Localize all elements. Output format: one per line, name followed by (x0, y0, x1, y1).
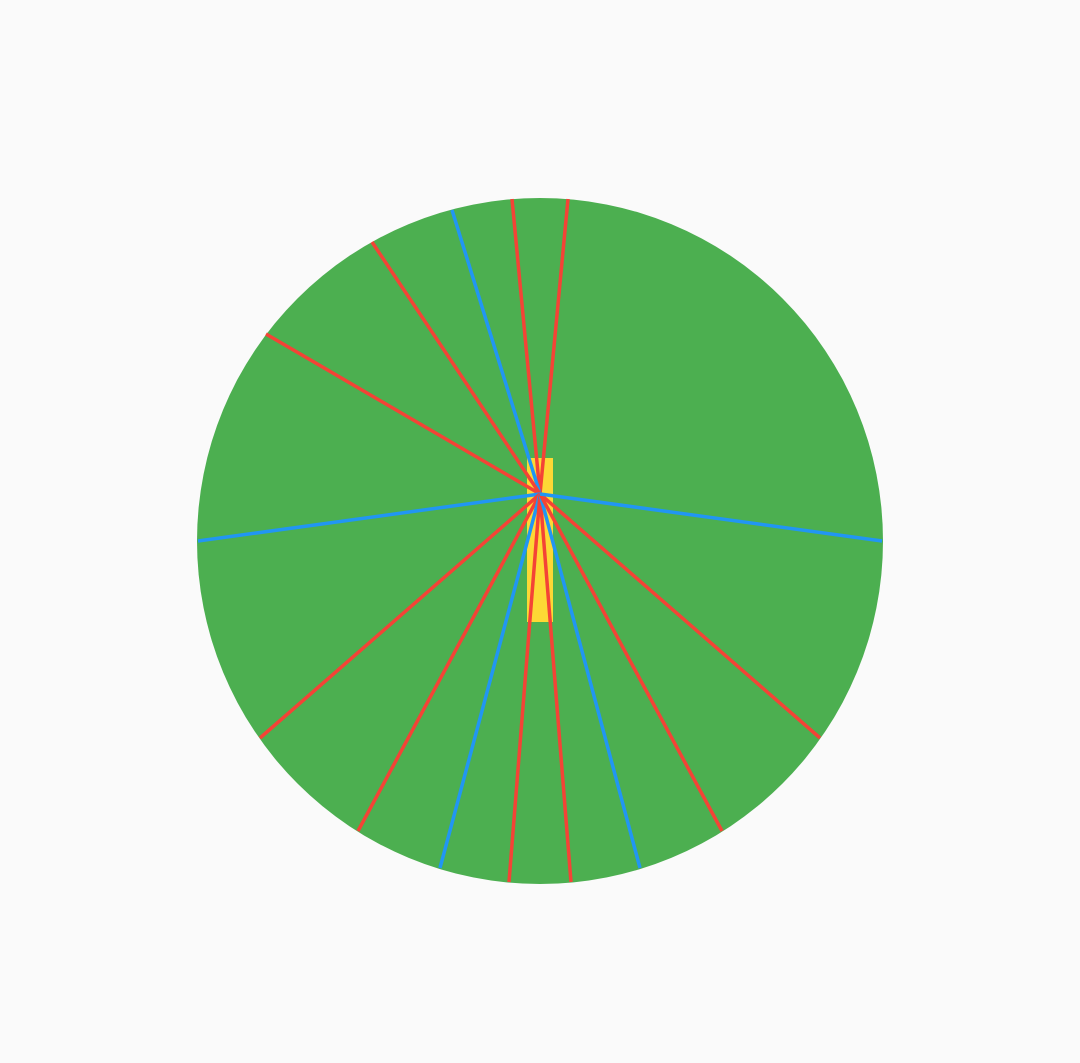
diagram-canvas (0, 0, 1080, 1063)
